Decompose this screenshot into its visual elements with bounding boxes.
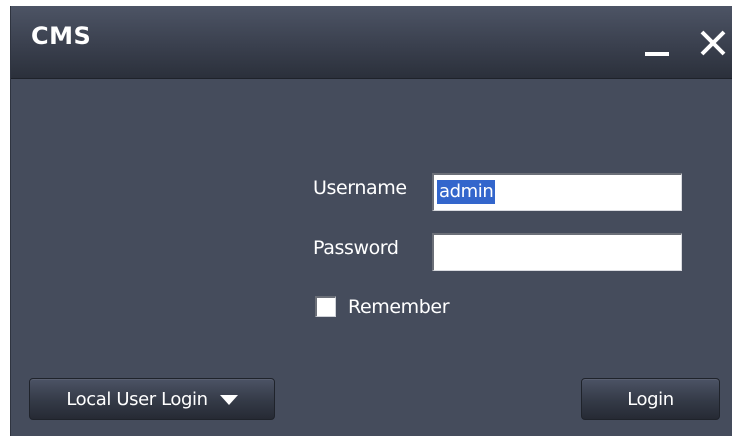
caret-down-icon <box>219 395 238 405</box>
username-label: Username <box>313 177 407 199</box>
minimize-button[interactable] <box>643 24 673 58</box>
title-bar[interactable]: CMS <box>11 6 732 79</box>
login-mode-dropdown[interactable]: Local User Login <box>29 378 275 420</box>
remember-checkbox[interactable] <box>315 296 336 317</box>
password-label: Password <box>313 237 399 259</box>
login-button[interactable]: Login <box>581 378 720 420</box>
login-window: CMS Username admin Password Remember Loc… <box>10 6 732 436</box>
minimize-icon <box>645 52 669 56</box>
close-button[interactable] <box>699 24 729 58</box>
login-button-label: Login <box>627 388 674 410</box>
username-field[interactable] <box>432 173 682 211</box>
password-field[interactable] <box>432 233 682 271</box>
remember-label[interactable]: Remember <box>348 296 450 318</box>
window-title: CMS <box>31 22 92 50</box>
login-mode-label: Local User Login <box>66 388 208 410</box>
close-icon <box>700 30 726 56</box>
